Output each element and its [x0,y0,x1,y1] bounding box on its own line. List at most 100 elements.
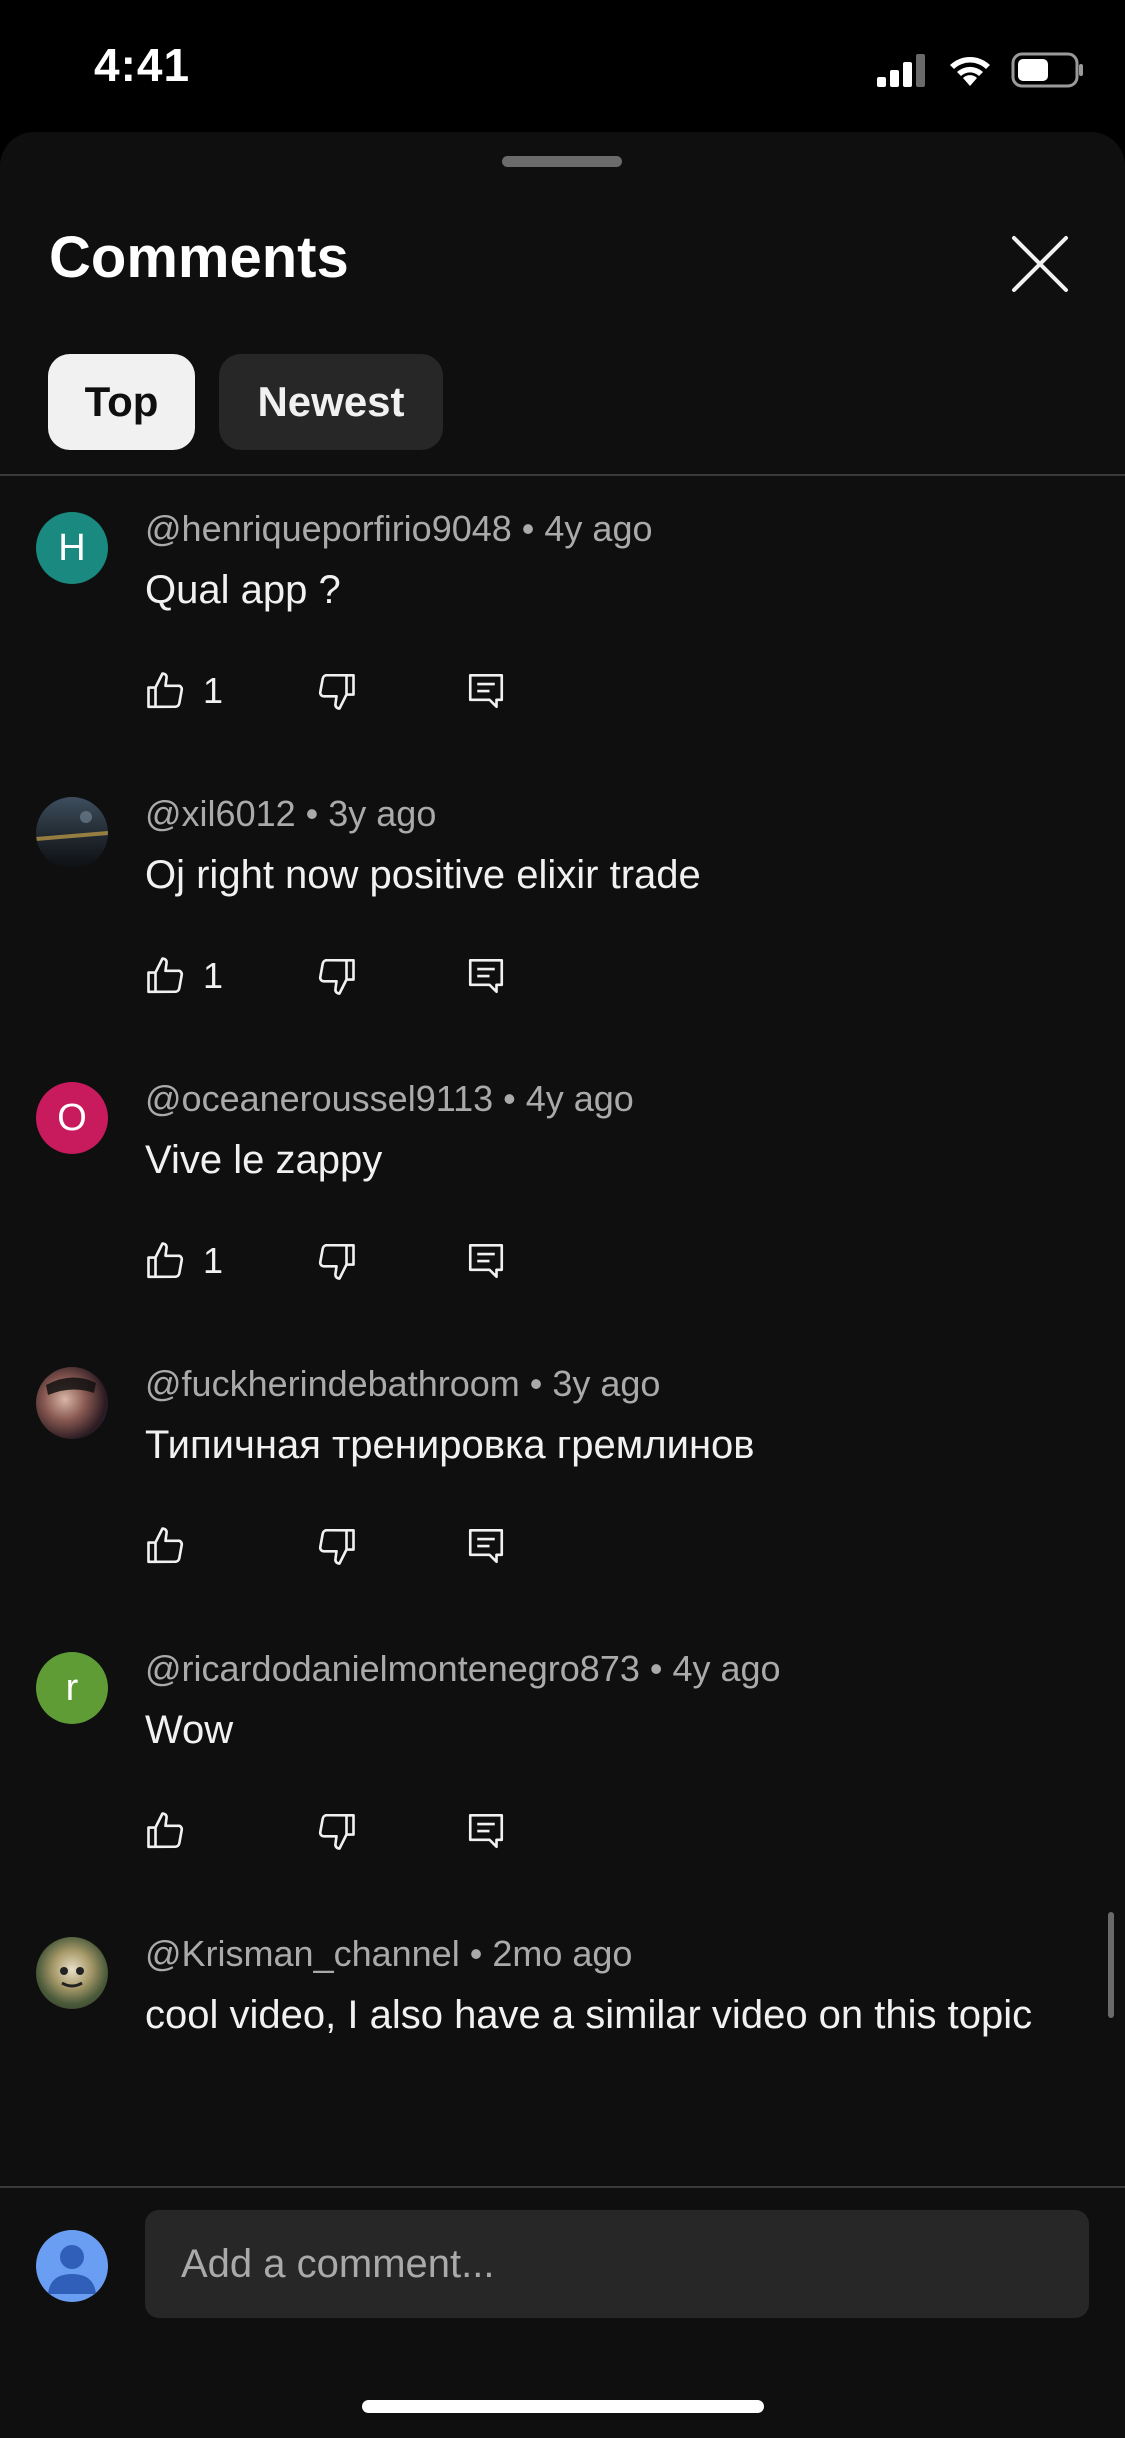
separator-dot: • [649,1648,663,1689]
wifi-icon [950,57,990,86]
reply-button[interactable] [465,666,507,716]
like-button[interactable] [145,1521,187,1571]
comment-age: 3y ago [328,793,437,834]
comment-age: 4y ago [672,1648,781,1689]
comment-actions [145,1521,545,1571]
comment-author[interactable]: @henriqueporfirio9048 [145,508,512,549]
avatar[interactable]: O [36,1082,108,1154]
avatar-photo-icon [36,811,108,841]
home-indicator[interactable] [362,2400,764,2413]
dislike-button[interactable] [315,1236,357,1286]
comment-text: Типичная тренировка гремлинов [145,1423,755,1467]
comment-text: Oj right now positive elixir trade [145,853,701,897]
reply-button[interactable] [465,1236,507,1286]
comment-meta: @xil6012 • 3y ago [145,793,436,835]
separator-dot: • [305,793,319,834]
comment-age: 3y ago [552,1363,661,1404]
comment-input[interactable] [145,2210,1089,2318]
comment-age: 4y ago [544,508,653,549]
comment-actions: 1 [145,1236,545,1286]
thumbs-down-icon [318,958,355,995]
default-user-icon [48,2245,96,2294]
comment-meta: @oceaneroussel9113 • 4y ago [145,1078,634,1120]
status-icons [877,50,1085,90]
thumbs-up-icon [147,672,184,709]
thumbs-down-icon [318,1243,355,1280]
comment-meta: @fuckherindebathroom • 3y ago [145,1363,660,1405]
comments-sheet: Comments Top Newest H @henriqueporfirio9… [0,132,1125,2436]
comment-actions: 1 [145,951,545,1001]
comment-item: r @ricardodanielmontenegro873 • 4y ago Wow [0,1616,1125,1901]
comment-item: @xil6012 • 3y ago Oj right now positive el… [0,761,1125,1046]
comment-text: cool video, I also have a similar video … [145,1993,1033,2037]
cellular-signal-icon [877,54,925,87]
comment-author[interactable]: @Krisman_channel [145,1933,460,1974]
comment-age: 4y ago [525,1078,634,1119]
comment-age: 2mo ago [492,1933,633,1974]
current-user-avatar [36,2230,108,2302]
comment-item: H @henriqueporfirio9048 • 4y ago Qual app … [0,476,1125,761]
status-bar: 4:41 [0,0,1125,130]
comment-meta: @ricardodanielmontenegro873 • 4y ago [145,1648,781,1690]
status-time: 4:41 [94,39,191,91]
comment-author[interactable]: @xil6012 [145,793,296,834]
comment-author[interactable]: @ricardodanielmontenegro873 [145,1648,640,1689]
like-button[interactable]: 1 [145,666,223,716]
scrollbar-thumb[interactable] [1108,1912,1114,2018]
like-button[interactable]: 1 [145,951,223,1001]
close-icon [1012,236,1068,292]
reply-button[interactable] [465,951,507,1001]
dislike-button[interactable] [315,1806,357,1856]
avatar[interactable]: r [36,1652,108,1724]
reply-icon [468,673,504,709]
avatar[interactable] [36,1937,108,2009]
comment-meta: @henriqueporfirio9048 • 4y ago [145,508,653,550]
separator-dot: • [521,508,535,549]
thumbs-up-icon [147,1242,184,1279]
tab-newest[interactable]: Newest [219,354,443,450]
comment-meta: @Krisman_channel • 2mo ago [145,1933,632,1975]
comment-text: Wow [145,1708,234,1752]
thumbs-down-icon [318,673,355,710]
reply-icon [468,958,504,994]
tab-top[interactable]: Top [48,354,195,450]
reply-button[interactable] [465,1521,507,1571]
thumbs-up-icon [147,957,184,994]
like-button[interactable]: 1 [145,1236,223,1286]
dislike-button[interactable] [315,1521,357,1571]
avatar-photo-icon [60,1967,84,1988]
avatar-photo-icon [46,1377,96,1395]
thumbs-down-icon [318,1813,355,1850]
thumbs-down-icon [318,1528,355,1565]
reply-button[interactable] [465,1806,507,1856]
reply-icon [468,1528,504,1564]
dislike-button[interactable] [315,951,357,1001]
comment-actions: 1 [145,666,545,716]
like-count: 1 [203,1240,224,1281]
avatar[interactable] [36,1367,108,1439]
avatar[interactable]: H [36,512,108,584]
dislike-button[interactable] [315,666,357,716]
comment-item: @fuckherindebathroom • 3y ago Типичная тре… [0,1331,1125,1616]
reply-icon [468,1813,504,1849]
comment-text: Qual app ? [145,568,341,612]
page-title: Comments [49,225,349,290]
avatar[interactable] [36,797,108,869]
comment-author[interactable]: @fuckherindebathroom [145,1363,520,1404]
reply-icon [468,1243,504,1279]
comment-author[interactable]: @oceaneroussel9113 [145,1078,493,1119]
sheet-drag-handle[interactable] [502,156,622,167]
comment-item: O @oceaneroussel9113 • 4y ago Vive le zapp… [0,1046,1125,1331]
thumbs-up-icon [147,1812,184,1849]
separator-dot: • [503,1078,516,1119]
battery-icon [1011,52,1083,88]
like-count: 1 [203,955,224,996]
comment-list[interactable]: H @henriqueporfirio9048 • 4y ago Qual app … [0,476,1125,2318]
like-count: 1 [203,670,224,711]
close-button[interactable] [1000,224,1080,304]
separator-dot: • [529,1363,543,1404]
comment-item: @Krisman_channel • 2mo ago cool video, I a… [0,1901,1125,2186]
comment-actions [145,1806,545,1856]
like-button[interactable] [145,1806,187,1856]
thumbs-up-icon [147,1527,184,1564]
